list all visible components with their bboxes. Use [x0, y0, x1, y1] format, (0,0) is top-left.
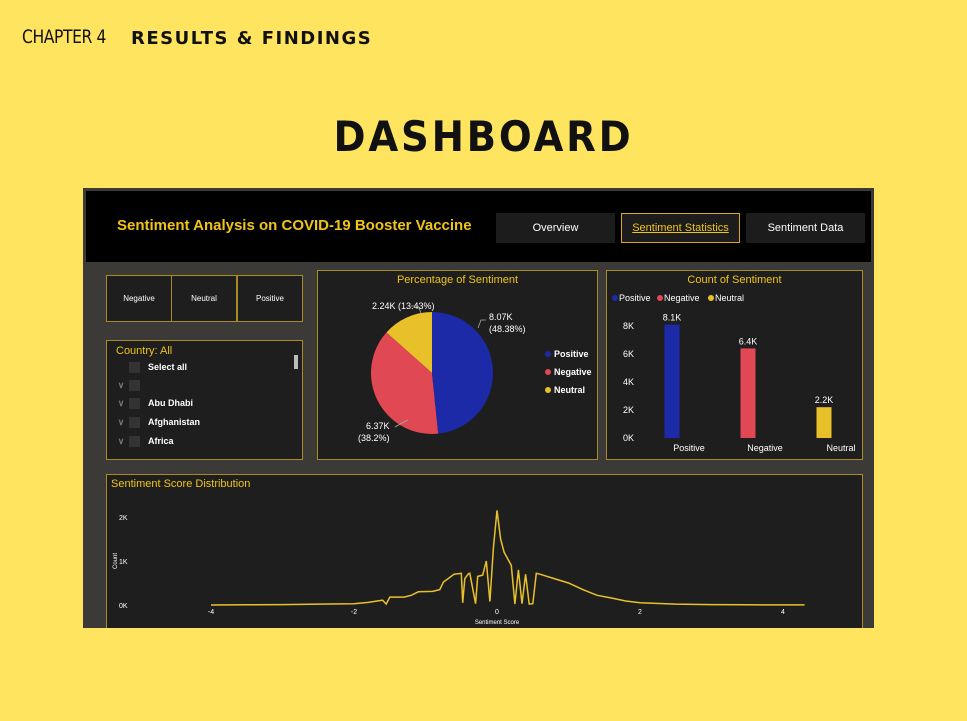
slicer-item-africa[interactable]: ∨ Africa: [115, 433, 174, 449]
legend-positive-dot: [545, 351, 551, 357]
chevron-down-icon[interactable]: ∨: [115, 417, 127, 428]
country-slicer-title: Country: All: [116, 345, 173, 357]
filter-negative-button[interactable]: Negative: [106, 275, 172, 322]
bar-data-label: 6.4K: [739, 336, 758, 346]
line-xtick: 2: [638, 609, 642, 616]
checkbox[interactable]: [129, 397, 140, 409]
distribution-panel: Sentiment Score Distribution 0K 1K 2K -4 -2 0…: [106, 474, 863, 628]
slicer-item-label: Africa: [148, 436, 174, 446]
legend-positive-label: Positive: [554, 349, 589, 359]
slicer-item-afghanistan[interactable]: ∨ Afghanistan: [115, 414, 200, 430]
chevron-down-icon[interactable]: ∨: [115, 436, 127, 447]
legend-positive-label: Positive: [619, 293, 651, 303]
pie-label-positive-pct: (48.38%): [489, 324, 526, 334]
legend-neutral-dot: [545, 387, 551, 393]
tab-sentiment-statistics[interactable]: Sentiment Statistics: [621, 213, 740, 243]
legend-neutral-label: Neutral: [554, 385, 585, 395]
line-ytick: 0K: [119, 603, 128, 610]
bar-ytick: 8K: [623, 321, 634, 331]
slicer-item-label: Select all: [148, 362, 188, 372]
slicer-item-label: Afghanistan: [148, 417, 201, 427]
page-title: DASHBOARD: [333, 112, 634, 161]
legend-negative-dot: [657, 295, 663, 301]
dashboard-header: Sentiment Analysis on COVID-19 Booster V…: [86, 191, 871, 262]
checkbox[interactable]: [129, 435, 140, 447]
bar-ytick: 2K: [623, 405, 634, 415]
legend-positive-dot: [612, 295, 618, 301]
bar-positive: [664, 324, 680, 438]
bar-neutral: [816, 407, 832, 438]
line-xtick: -2: [351, 609, 357, 616]
checkbox[interactable]: [129, 361, 140, 373]
filter-neutral-button[interactable]: Neutral: [171, 275, 237, 322]
checkbox[interactable]: [129, 416, 140, 428]
line-ytick: 2K: [119, 515, 128, 522]
count-panel: Count of Sentiment Positive Negative Neu…: [606, 270, 863, 460]
line-chart: 0K 1K 2K -4 -2 0 2 4 Sentiment Score Count: [113, 510, 805, 626]
tab-sentiment-data[interactable]: Sentiment Data: [746, 213, 865, 243]
pie-label-positive-value: 8.07K: [489, 312, 513, 322]
line-xtick: 4: [781, 609, 785, 616]
slicer-item-blank[interactable]: ∨: [115, 377, 148, 393]
slicer-item-select-all[interactable]: Select all: [115, 359, 187, 375]
bar-ytick: 0K: [623, 433, 634, 443]
bar-data-label: 2.2K: [815, 395, 834, 405]
tab-overview[interactable]: Overview: [496, 213, 615, 243]
slicer-item-label: Abu Dhabi: [148, 398, 193, 408]
legend-neutral-label: Neutral: [715, 293, 744, 303]
chevron-down-icon[interactable]: ∨: [115, 380, 127, 391]
dashboard-title: Sentiment Analysis on COVID-19 Booster V…: [117, 217, 472, 234]
line-xtick: -4: [208, 609, 214, 616]
line-ytick: 1K: [119, 559, 128, 566]
pie-chart: 2.24K (13.43%) 8.07K (48.38%) 6.37K (38.…: [358, 301, 592, 443]
legend-neutral-dot: [708, 295, 714, 301]
slicer-item-abu-dhabi[interactable]: ∨ Abu Dhabi: [115, 395, 193, 411]
pie-leader-positive: [477, 319, 486, 329]
bar-xtick: Neutral: [826, 443, 855, 453]
bar-chart: Positive Negative Neutral 0K 2K 4K 6K 8K 8.1K…: [612, 293, 856, 453]
bar-xtick: Negative: [747, 443, 783, 453]
country-slicer: Country: All Select all ∨ ∨ Abu Dhabi ∨ …: [106, 340, 303, 460]
bar-ytick: 6K: [623, 349, 634, 359]
bar-negative: [740, 348, 756, 438]
pie-slice-positive: [432, 312, 493, 434]
line-xtick: 0: [495, 609, 499, 616]
pie-panel: Percentage of Sentiment 2.24K (13.43%) 8…: [317, 270, 598, 460]
filter-positive-button[interactable]: Positive: [237, 275, 303, 322]
bar-ytick: 4K: [623, 377, 634, 387]
bar-data-label: 8.1K: [663, 313, 682, 323]
legend-negative-dot: [545, 369, 551, 375]
line-ylabel: Count: [113, 553, 119, 569]
section-label: RESULTS & FINDINGS: [131, 28, 373, 49]
dashboard-screenshot: Sentiment Analysis on COVID-19 Booster V…: [83, 188, 874, 628]
checkbox[interactable]: [129, 379, 140, 391]
chapter-label: CHAPTER 4: [22, 26, 107, 48]
pie-label-negative-pct: (38.2%): [358, 433, 390, 443]
slicer-scrollbar[interactable]: [294, 355, 298, 369]
chevron-down-icon[interactable]: ∨: [115, 398, 127, 409]
legend-negative-label: Negative: [664, 293, 700, 303]
legend-negative-label: Negative: [554, 367, 592, 377]
bar-xtick: Positive: [673, 443, 705, 453]
line-xlabel: Sentiment Score: [475, 620, 520, 626]
pie-label-negative-value: 6.37K: [366, 421, 390, 431]
line-series-count: [210, 510, 805, 606]
pie-label-neutral: 2.24K (13.43%): [372, 301, 435, 311]
